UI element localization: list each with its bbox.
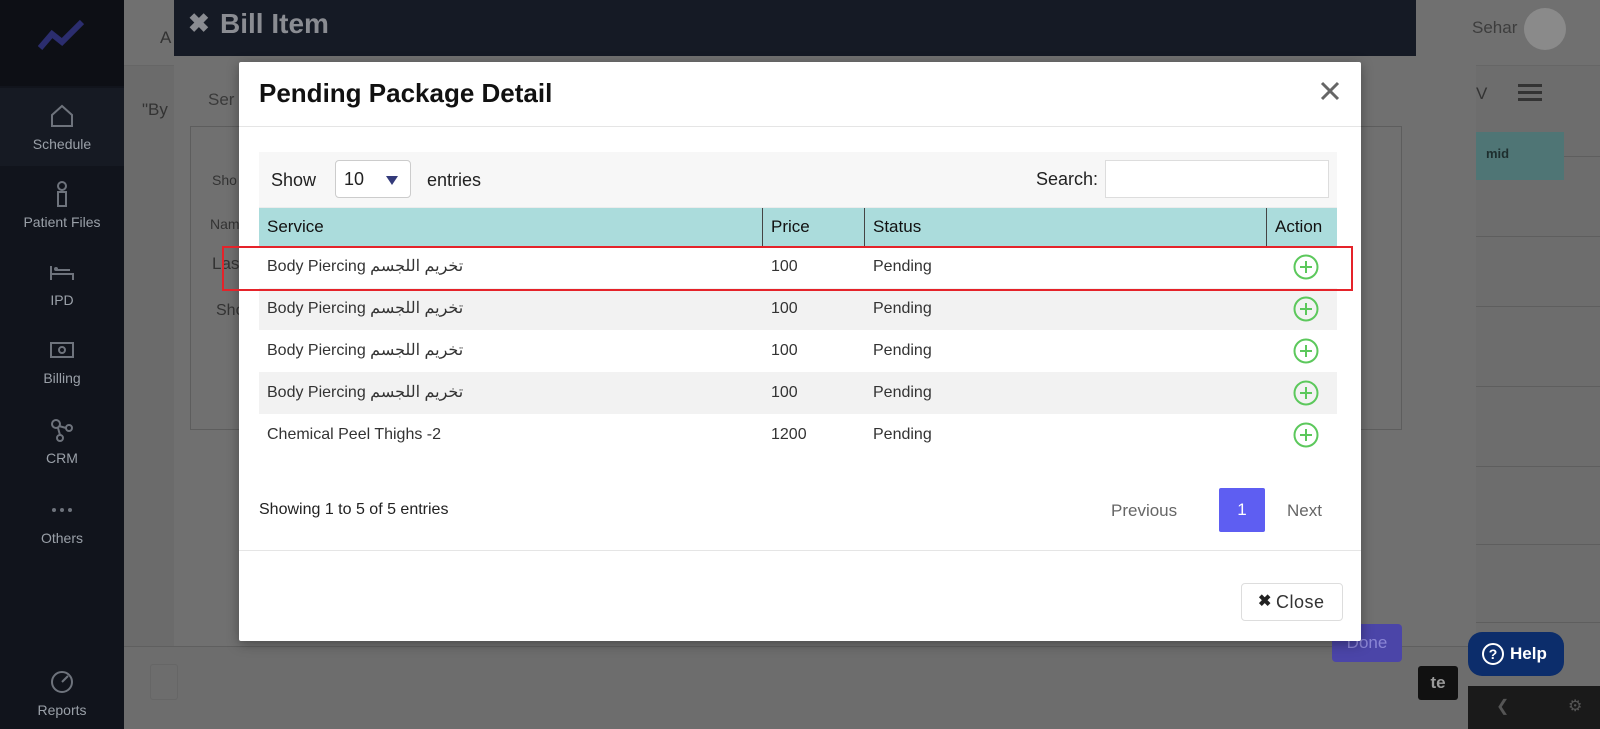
menu-icon[interactable] [1518, 84, 1542, 102]
add-icon[interactable] [1293, 296, 1319, 322]
entries-value: 10 [344, 169, 365, 189]
sidebar-item-ipd[interactable]: IPD [0, 252, 124, 330]
logo-area [0, 0, 124, 86]
sho-text: Sho [212, 172, 237, 188]
close-button[interactable]: ✖ Close [1241, 583, 1343, 621]
sidebar-item-label: Patient Files [23, 214, 101, 230]
pagination-previous[interactable]: Previous [1111, 501, 1177, 521]
table-row: Chemical Peel Thighs -2 1200 Pending [259, 414, 1337, 456]
status-cell: Pending [873, 342, 932, 359]
close-icon: ✖ [1258, 593, 1272, 610]
close-icon[interactable]: ✖ [188, 8, 210, 39]
help-button[interactable]: ? Help [1468, 632, 1564, 676]
dots-icon [52, 508, 72, 512]
by-text: "By [142, 100, 168, 119]
top-letter: A [160, 28, 172, 47]
sidebar-item-label: CRM [46, 450, 78, 466]
sidebar-item-label: Billing [43, 370, 81, 386]
bottom-toolbar: ❮ ⚙ [1468, 686, 1600, 729]
column-header-action: Action [1275, 217, 1323, 236]
modal-header: Pending Package Detail [239, 62, 1361, 127]
home-icon [51, 104, 73, 127]
table-row: Body Piercing تخريم اللجسم 100 Pending [259, 372, 1337, 414]
status-cell: Pending [873, 300, 932, 317]
add-icon[interactable] [1293, 254, 1319, 280]
search-input[interactable] [1105, 160, 1329, 198]
pending-package-table: Service Price Status Action Body Piercin… [259, 208, 1337, 456]
avatar[interactable] [1524, 8, 1566, 50]
sidebar-item-patient-files[interactable]: Patient Files [0, 174, 124, 252]
service-cell: Body Piercing تخريم اللجسم [267, 258, 464, 275]
gear-icon[interactable]: ⚙ [1568, 696, 1582, 716]
pie-chart-icon [51, 671, 73, 693]
search-label: Search: [1036, 169, 1099, 189]
price-cell: 100 [771, 384, 798, 401]
sidebar-item-label: Others [40, 530, 83, 546]
sidebar-item-schedule[interactable]: Schedule [0, 88, 124, 166]
price-cell: 1200 [771, 426, 807, 443]
sidebar-item-label: Schedule [32, 136, 92, 152]
column-header-service[interactable]: Service [259, 208, 763, 246]
modal-title: Pending Package Detail [259, 78, 553, 108]
table-row: Body Piercing تخريم اللجسم 100 Pending [259, 246, 1337, 288]
sidebar-item-others[interactable]: Others [0, 490, 124, 568]
pagination-page-1[interactable]: 1 [1219, 488, 1265, 532]
add-icon[interactable] [1293, 380, 1319, 406]
service-cell: Body Piercing تخريم اللجسم [267, 342, 464, 359]
price-cell: 100 [771, 300, 798, 317]
nam-text: Nam [210, 216, 240, 232]
chevron-left-icon[interactable]: ❮ [1496, 696, 1509, 716]
v-text: V [1476, 84, 1488, 103]
status-cell: Pending [873, 384, 932, 401]
bed-icon [50, 266, 74, 280]
help-label: Help [1510, 644, 1547, 663]
network-icon [51, 419, 73, 442]
sidebar-item-label: Reports [37, 702, 87, 718]
trash-button[interactable] [150, 664, 178, 700]
table-controls: Show 10 entries Search: [259, 152, 1337, 208]
person-icon [57, 181, 67, 207]
logo-icon [38, 19, 85, 50]
delete-button[interactable]: te [1418, 666, 1458, 700]
table-header: Service Price Status Action [259, 208, 1337, 246]
sidebar-item-billing[interactable]: Billing [0, 330, 124, 408]
ser-text: Ser [208, 90, 235, 109]
money-icon [50, 342, 74, 358]
entries-label: entries [427, 170, 482, 190]
price-cell: 100 [771, 258, 798, 275]
service-cell: Chemical Peel Thighs -2 [267, 426, 442, 443]
service-cell: Body Piercing تخريم اللجسم [267, 384, 464, 401]
table-header-strip: mid [1476, 132, 1564, 180]
column-header-status[interactable]: Status [865, 208, 1267, 246]
table-row: Body Piercing تخريم اللجسم 100 Pending [259, 330, 1337, 372]
sidebar: Schedule Patient Files IPD Billing CRM O… [0, 0, 124, 729]
close-icon[interactable] [1317, 78, 1343, 104]
mid-text: mid [1486, 146, 1510, 161]
user-name: Sehar [1472, 18, 1518, 37]
pagination-next[interactable]: Next [1287, 501, 1322, 521]
table-row: Body Piercing تخريم اللجسم 100 Pending [259, 288, 1337, 330]
show-label: Show [271, 170, 317, 190]
service-cell: Body Piercing تخريم اللجسم [267, 300, 464, 317]
price-cell: 100 [771, 342, 798, 359]
close-button-label: Close [1276, 592, 1325, 612]
chevron-down-icon [386, 176, 398, 185]
las-text: Las [212, 254, 240, 273]
sidebar-item-crm[interactable]: CRM [0, 410, 124, 488]
add-icon[interactable] [1293, 422, 1319, 448]
table-info: Showing 1 to 5 of 5 entries [259, 501, 449, 518]
pending-package-modal: Pending Package Detail Show 10 entries S… [239, 62, 1361, 641]
column-header-price[interactable]: Price [763, 208, 865, 246]
status-cell: Pending [873, 426, 932, 443]
bill-footer [124, 646, 1476, 729]
question-icon: ? [1482, 643, 1504, 665]
entries-select[interactable]: 10 [335, 160, 411, 198]
bill-item-header: ✖ Bill Item [174, 0, 1416, 56]
add-icon[interactable] [1293, 338, 1319, 364]
sidebar-item-label: IPD [50, 292, 74, 308]
sidebar-item-reports[interactable]: Reports [0, 664, 124, 728]
bill-item-title: Bill Item [220, 8, 329, 39]
status-cell: Pending [873, 258, 932, 275]
modal-footer-divider [239, 550, 1361, 551]
